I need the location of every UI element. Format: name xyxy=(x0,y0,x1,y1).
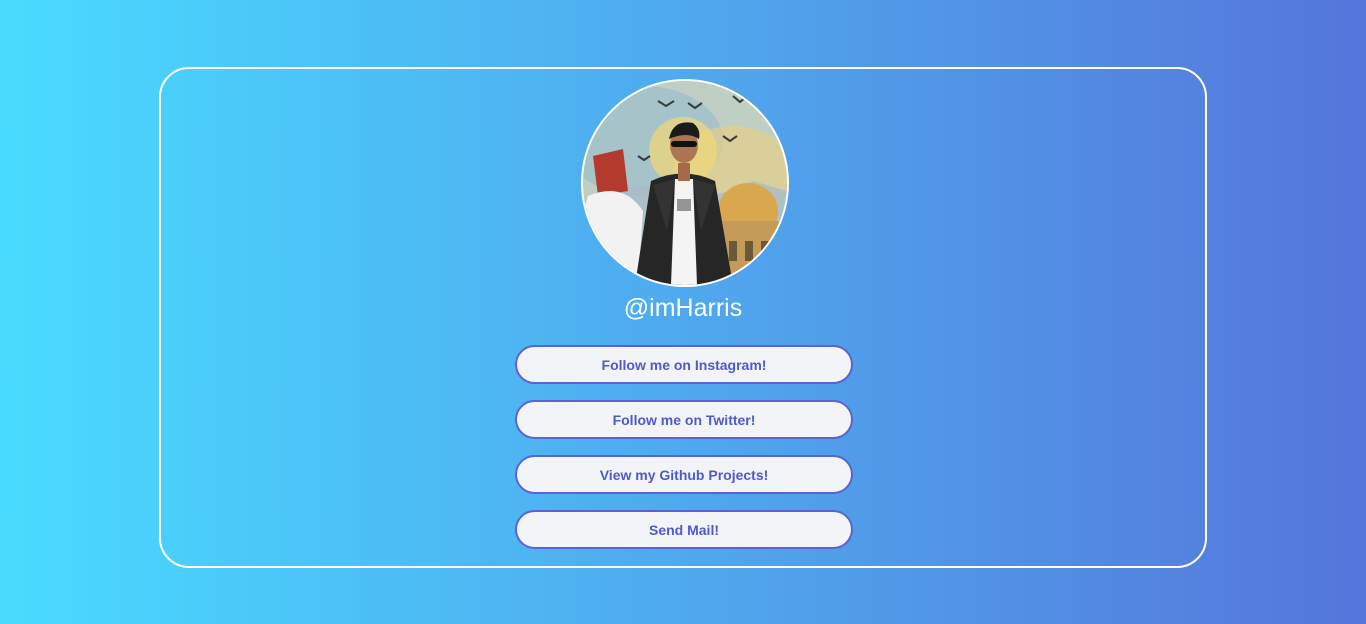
github-link-button[interactable]: View my Github Projects! xyxy=(515,455,853,494)
avatar-image xyxy=(583,81,787,285)
profile-card: @imHarris Follow me on Instagram! Follow… xyxy=(159,67,1207,568)
profile-handle: @imHarris xyxy=(623,294,743,322)
link-list: Follow me on Instagram! Follow me on Twi… xyxy=(515,345,853,565)
send-mail-button[interactable]: Send Mail! xyxy=(515,510,853,549)
instagram-link-button[interactable]: Follow me on Instagram! xyxy=(515,345,853,384)
avatar xyxy=(581,79,789,287)
twitter-link-button[interactable]: Follow me on Twitter! xyxy=(515,400,853,439)
